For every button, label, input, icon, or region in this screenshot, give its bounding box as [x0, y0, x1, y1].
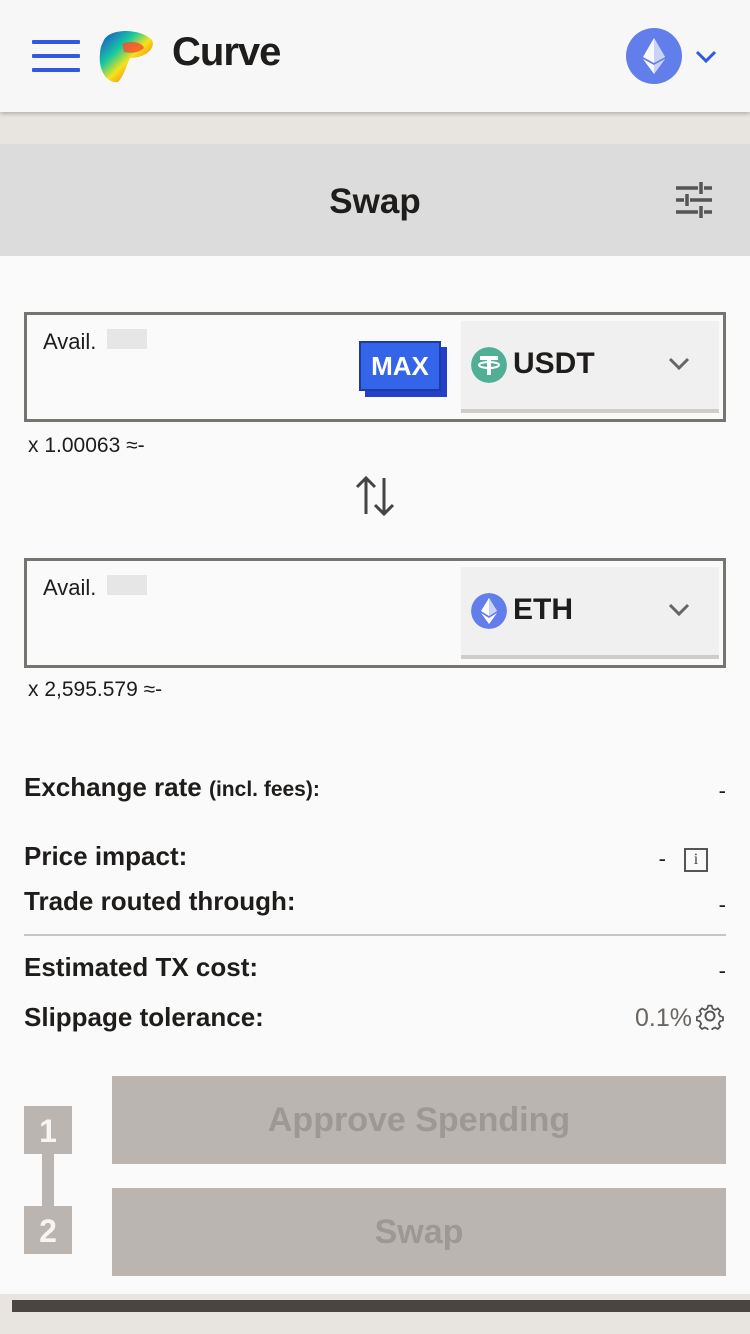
from-rate: x 1.00063 ≈- — [28, 434, 145, 457]
tx-cost-label: Estimated TX cost: — [24, 952, 259, 982]
to-field: Avail. ETH — [24, 558, 726, 668]
exchange-rate-value: - — [718, 778, 726, 803]
ethereum-network-icon[interactable] — [626, 28, 682, 84]
to-avail-label: Avail. — [43, 575, 97, 600]
curve-logo — [99, 31, 153, 83]
max-button[interactable]: MAX — [359, 341, 447, 397]
from-avail-balance — [107, 329, 147, 349]
gear-icon[interactable] — [696, 1002, 724, 1030]
exchange-rate-suffix: (incl. fees): — [208, 778, 320, 801]
slippage-value: 0.1% — [635, 1004, 692, 1032]
exchange-rate-label: Exchange rate (incl. fees): — [24, 772, 320, 802]
tx-cost-value: - — [718, 958, 726, 983]
info-icon[interactable]: i — [684, 848, 708, 872]
top-nav: Curve — [0, 0, 750, 112]
chevron-down-icon — [668, 357, 690, 371]
swap-direction-icon[interactable] — [352, 474, 398, 518]
eth-icon — [471, 593, 507, 629]
sliders-icon[interactable] — [674, 180, 714, 220]
step-number: 1 — [24, 1106, 72, 1154]
brand-name: Curve — [172, 30, 281, 74]
to-amount-input[interactable] — [39, 605, 349, 651]
price-impact-label: Price impact: — [24, 841, 188, 871]
max-button-label: MAX — [359, 341, 441, 391]
menu-icon[interactable] — [32, 40, 80, 72]
swap-card: Swap Avail. MAX USDT x 1.00063 ≈- Avail.… — [0, 144, 750, 1294]
from-token-name: USDT — [513, 347, 595, 380]
trade-routed-label: Trade routed through: — [24, 886, 296, 916]
from-field: Avail. MAX USDT — [24, 312, 726, 422]
usdt-icon — [471, 347, 507, 383]
step-connector — [42, 1152, 54, 1214]
step-number: 2 — [24, 1206, 72, 1254]
trade-routed-value: - — [718, 892, 726, 917]
to-avail-balance — [107, 575, 147, 595]
to-token-name: ETH — [513, 593, 573, 626]
slippage-label: Slippage tolerance: — [24, 1002, 264, 1032]
footer-bar — [12, 1300, 750, 1312]
price-impact-value: - — [658, 846, 666, 871]
chevron-down-icon — [668, 603, 690, 617]
swap-button[interactable]: Swap — [112, 1188, 726, 1276]
from-token-select[interactable]: USDT — [461, 321, 719, 413]
approve-spending-button[interactable]: Approve Spending — [112, 1076, 726, 1164]
swap-card-header: Swap — [0, 144, 750, 256]
divider — [24, 934, 726, 936]
from-avail-label: Avail. — [43, 329, 97, 354]
to-token-select[interactable]: ETH — [461, 567, 719, 659]
chevron-down-icon[interactable] — [694, 46, 718, 66]
from-amount-input[interactable] — [39, 359, 349, 405]
page-title: Swap — [329, 182, 421, 221]
to-rate: x 2,595.579 ≈- — [28, 678, 163, 701]
